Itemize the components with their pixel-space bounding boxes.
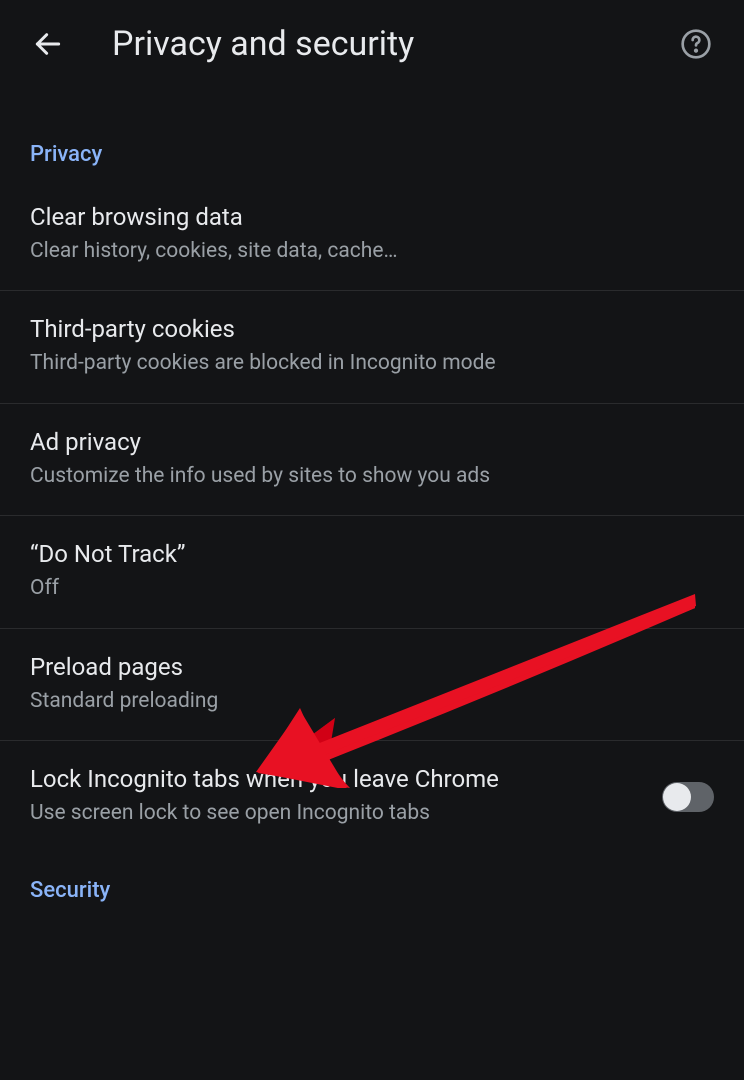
setting-ad-privacy[interactable]: Ad privacy Customize the info used by si… [0, 404, 744, 516]
help-button[interactable] [672, 20, 720, 68]
setting-subtitle: Standard preloading [30, 687, 714, 716]
setting-title: Preload pages [30, 653, 714, 681]
setting-subtitle: Use screen lock to see open Incognito ta… [30, 799, 642, 828]
setting-text: Ad privacy Customize the info used by si… [30, 428, 714, 491]
setting-title: Ad privacy [30, 428, 714, 456]
section-header-privacy: Privacy [0, 116, 744, 179]
back-arrow-icon [32, 28, 64, 60]
page-title: Privacy and security [112, 24, 632, 64]
lock-incognito-toggle[interactable] [662, 782, 714, 812]
setting-text: Lock Incognito tabs when you leave Chrom… [30, 765, 642, 828]
setting-text: “Do Not Track” Off [30, 540, 714, 603]
toggle-knob [663, 783, 691, 811]
setting-subtitle: Third-party cookies are blocked in Incog… [30, 349, 714, 378]
section-header-security: Security [0, 852, 744, 915]
setting-preload-pages[interactable]: Preload pages Standard preloading [0, 629, 744, 741]
setting-subtitle: Customize the info used by sites to show… [30, 462, 714, 491]
setting-subtitle: Clear history, cookies, site data, cache… [30, 237, 714, 266]
back-button[interactable] [24, 20, 72, 68]
setting-title: Lock Incognito tabs when you leave Chrom… [30, 765, 642, 793]
app-header: Privacy and security [0, 0, 744, 96]
setting-do-not-track[interactable]: “Do Not Track” Off [0, 516, 744, 628]
setting-third-party-cookies[interactable]: Third-party cookies Third-party cookies … [0, 291, 744, 403]
setting-text: Clear browsing data Clear history, cooki… [30, 203, 714, 266]
privacy-section: Privacy Clear browsing data Clear histor… [0, 96, 744, 852]
setting-clear-browsing-data[interactable]: Clear browsing data Clear history, cooki… [0, 179, 744, 291]
setting-text: Preload pages Standard preloading [30, 653, 714, 716]
setting-title: Clear browsing data [30, 203, 714, 231]
setting-subtitle: Off [30, 574, 714, 603]
setting-title: “Do Not Track” [30, 540, 714, 568]
setting-text: Third-party cookies Third-party cookies … [30, 315, 714, 378]
setting-title: Third-party cookies [30, 315, 714, 343]
setting-lock-incognito-tabs[interactable]: Lock Incognito tabs when you leave Chrom… [0, 741, 744, 852]
help-icon [680, 28, 712, 60]
